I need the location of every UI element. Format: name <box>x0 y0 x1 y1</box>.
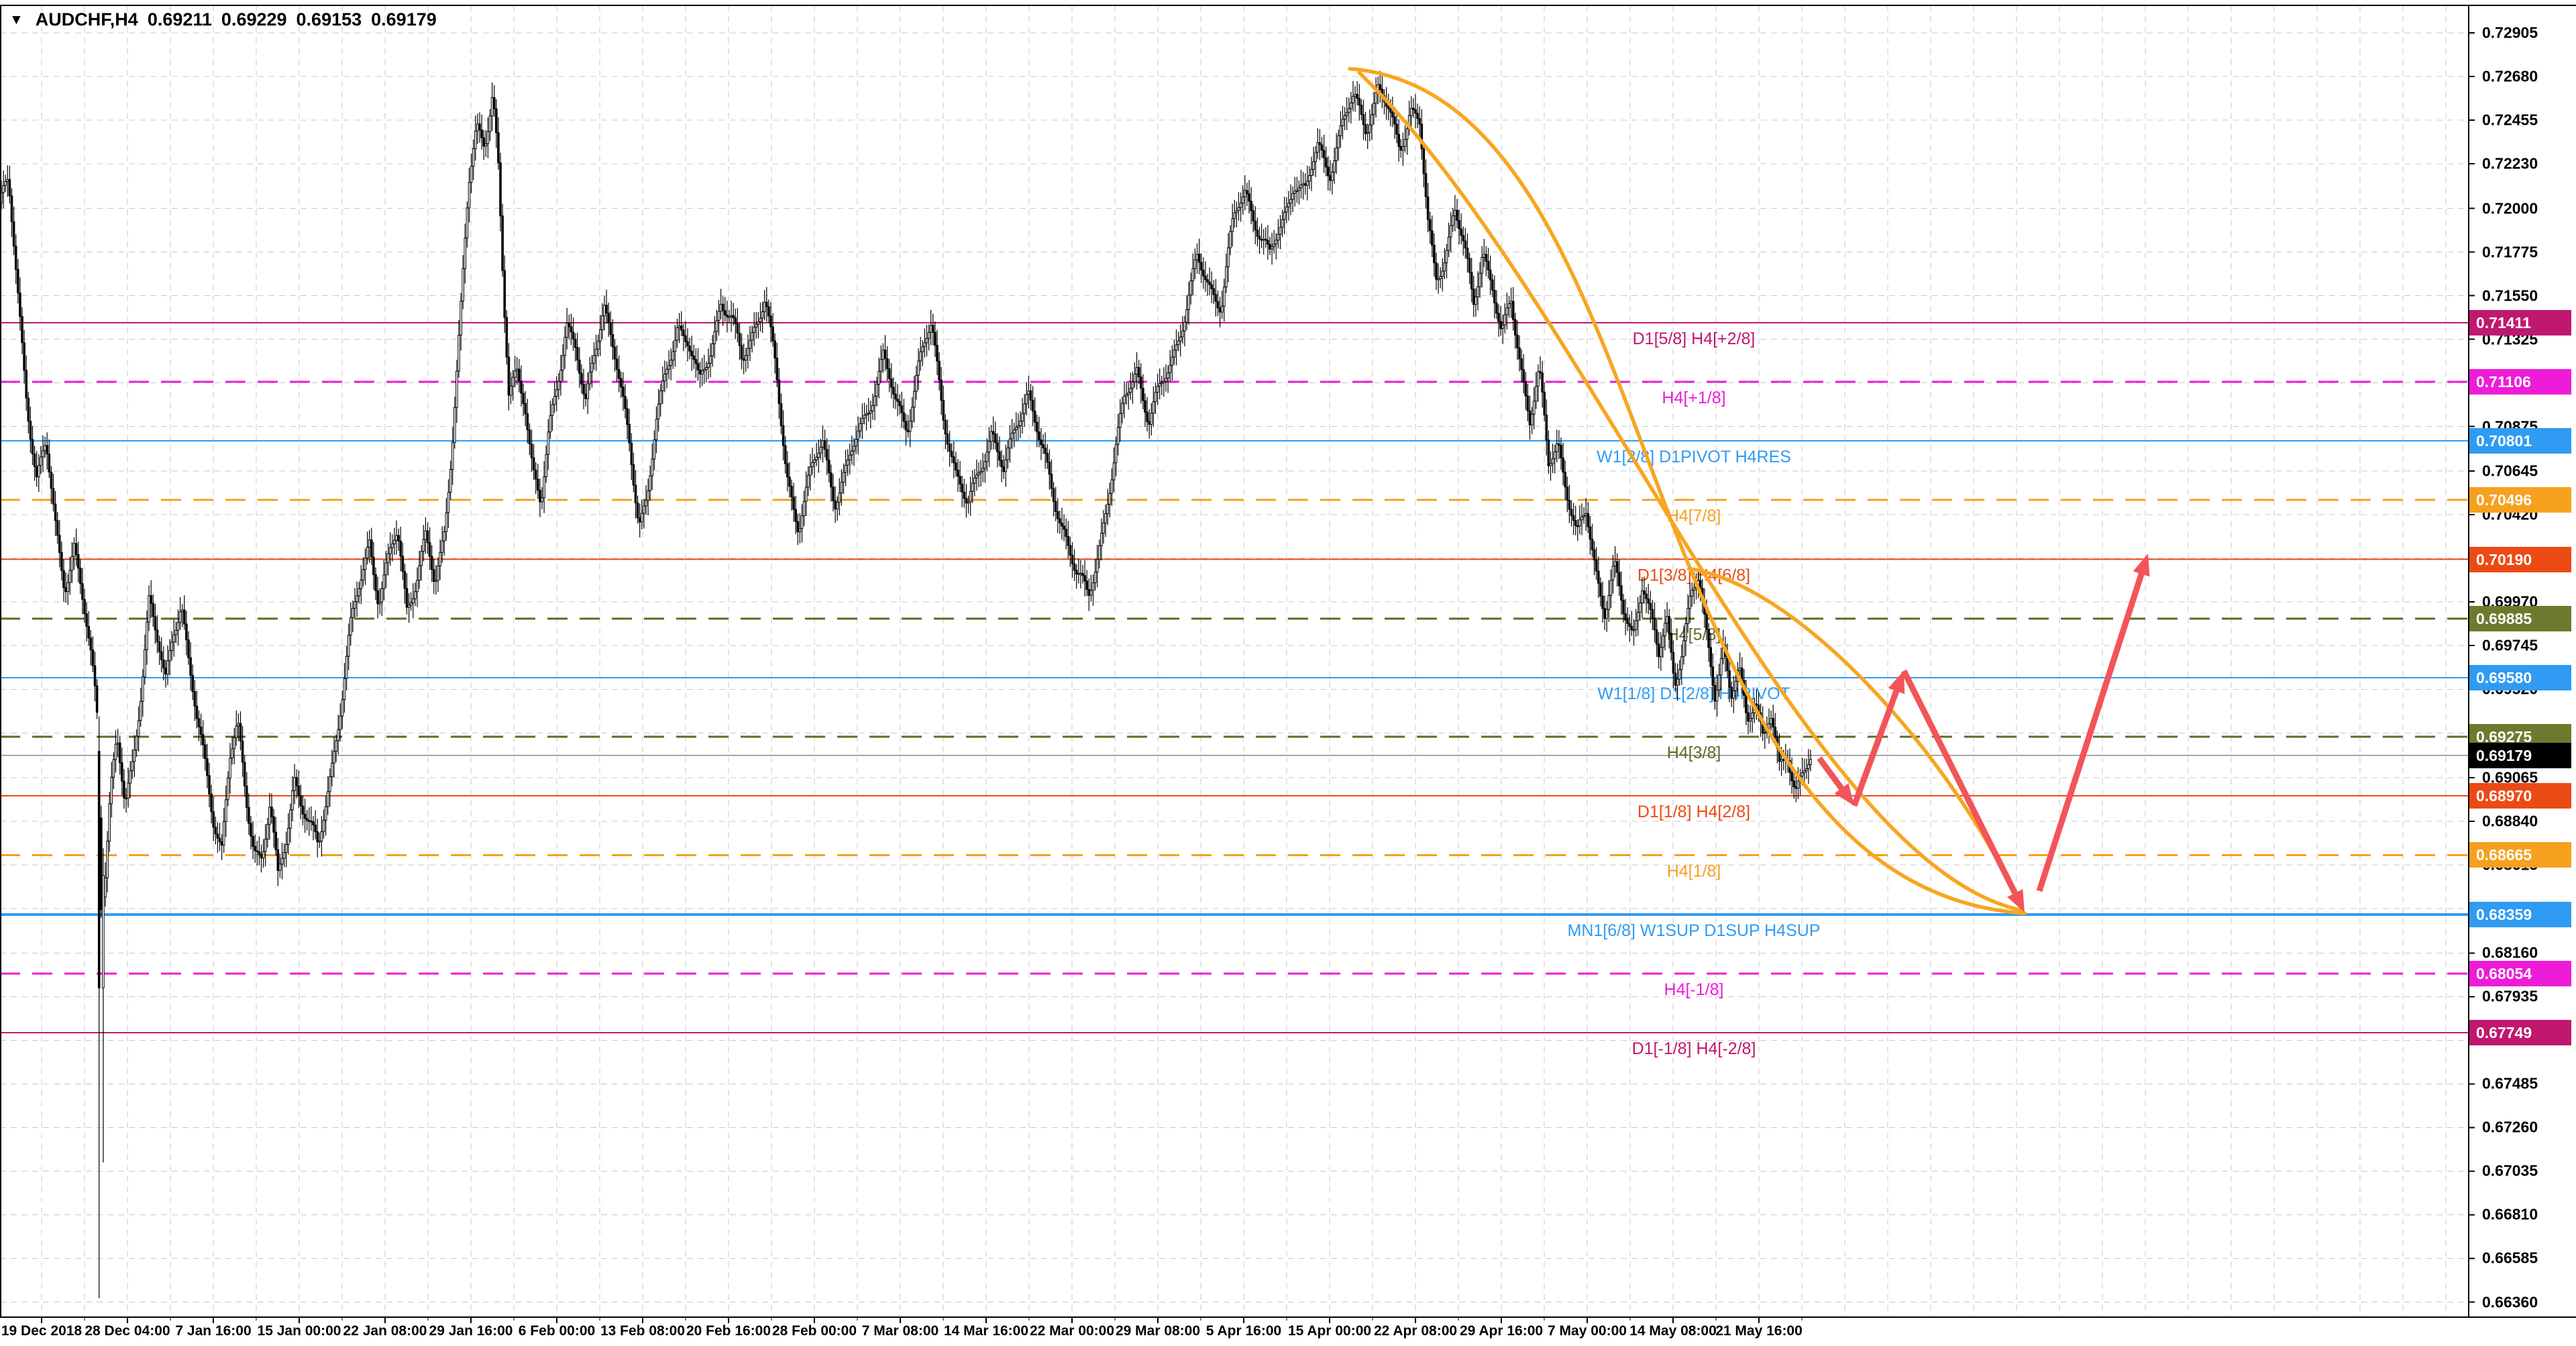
ohlc-low: 0.69153 <box>297 9 362 30</box>
price-tick-label: 0.72000 <box>2482 199 2573 217</box>
projection-curves[interactable] <box>1350 69 2025 914</box>
level-label[interactable]: H4[5/8] <box>1667 625 1721 644</box>
price-tick-label: 0.71550 <box>2482 287 2573 305</box>
current-price-tag: 0.69179 <box>2469 743 2571 768</box>
level-label[interactable]: H4[3/8] <box>1667 743 1721 762</box>
time-tick-label: 22 Mar 00:00 <box>1030 1323 1114 1339</box>
level-price-tag: 0.68054 <box>2469 961 2571 986</box>
time-tick-label: 6 Feb 00:00 <box>519 1323 595 1339</box>
time-tick-label: 7 May 00:00 <box>1548 1323 1627 1339</box>
time-tick-label: 20 Feb 16:00 <box>686 1323 771 1339</box>
price-tick-label: 0.72455 <box>2482 111 2573 130</box>
price-tick-label: 0.67485 <box>2482 1075 2573 1093</box>
price-tick-label: 0.69745 <box>2482 637 2573 655</box>
chart-header: ▼ AUDCHF,H4 0.69211 0.69229 0.69153 0.69… <box>9 9 437 30</box>
level-label[interactable]: H4[-1/8] <box>1664 980 1724 999</box>
level-price-tag: 0.68665 <box>2469 842 2571 868</box>
time-tick-label: 21 May 16:00 <box>1715 1323 1803 1339</box>
time-tick-label: 15 Jan 00:00 <box>258 1323 341 1339</box>
level-price-tag: 0.68970 <box>2469 783 2571 809</box>
ellipse-curve <box>1692 569 2021 907</box>
level-label[interactable]: D1[5/8] H4[+2/8] <box>1633 329 1756 348</box>
level-price-tag: 0.70801 <box>2469 428 2571 454</box>
level-price-tag: 0.69885 <box>2469 606 2571 631</box>
level-label[interactable]: H4[+1/8] <box>1662 389 1725 407</box>
price-tick-label: 0.67035 <box>2482 1162 2573 1180</box>
level-price-tag: 0.67749 <box>2469 1020 2571 1045</box>
price-tick-label: 0.72230 <box>2482 155 2573 173</box>
murrey-level-lines[interactable] <box>0 323 2469 1033</box>
level-price-tag: 0.69580 <box>2469 665 2571 690</box>
time-tick-label: 19 Dec 2018 <box>1 1323 82 1339</box>
time-tick-label: 15 Apr 00:00 <box>1288 1323 1371 1339</box>
symbol-collapse-arrow-icon[interactable]: ▼ <box>9 12 23 28</box>
level-label[interactable]: D1[-1/8] H4[-2/8] <box>1632 1039 1756 1058</box>
level-label[interactable]: H4[7/8] <box>1667 507 1721 525</box>
candlesticks <box>1 71 1812 1298</box>
level-label[interactable]: W1[2/8] D1PIVOT H4RES <box>1597 448 1791 466</box>
time-tick-label: 7 Jan 16:00 <box>175 1323 251 1339</box>
symbol-timeframe-label: AUDCHF,H4 <box>36 9 138 30</box>
ohlc-close: 0.69179 <box>371 9 437 30</box>
time-tick-label: 14 Mar 16:00 <box>944 1323 1028 1339</box>
time-tick-label: 22 Apr 08:00 <box>1374 1323 1457 1339</box>
ohlc-open: 0.69211 <box>148 9 212 30</box>
price-tick-label: 0.66360 <box>2482 1293 2573 1311</box>
price-tick-label: 0.72905 <box>2482 24 2573 42</box>
price-tick-label: 0.70645 <box>2482 462 2573 480</box>
time-tick-label: 14 May 08:00 <box>1629 1323 1717 1339</box>
mt4-chart-window: D1[5/8] H4[+2/8] H4[+1/8] W1[2/8] D1PIVOT … <box>0 0 2576 1346</box>
price-tick-label: 0.68840 <box>2482 812 2573 830</box>
price-tick-label: 0.71775 <box>2482 243 2573 261</box>
level-label[interactable]: MN1[6/8] W1SUP D1SUP H4SUP <box>1568 921 1821 940</box>
time-tick-label: 28 Feb 00:00 <box>772 1323 857 1339</box>
level-price-tag: 0.71106 <box>2469 369 2571 395</box>
time-tick-label: 28 Dec 04:00 <box>85 1323 170 1339</box>
level-price-tag: 0.70190 <box>2469 547 2571 572</box>
chart-canvas[interactable]: D1[5/8] H4[+2/8] H4[+1/8] W1[2/8] D1PIVOT … <box>0 0 2576 1346</box>
price-tick-label: 0.67935 <box>2482 988 2573 1006</box>
level-label[interactable]: H4[1/8] <box>1667 862 1721 880</box>
level-price-tag: 0.71411 <box>2469 310 2571 335</box>
price-tick-label: 0.68160 <box>2482 944 2573 962</box>
time-tick-label: 22 Jan 08:00 <box>343 1323 427 1339</box>
time-tick-label: 29 Mar 08:00 <box>1116 1323 1200 1339</box>
time-tick-label: 13 Feb 08:00 <box>600 1323 685 1339</box>
price-tick-label: 0.66585 <box>2482 1249 2573 1267</box>
time-tick-label: 5 Apr 16:00 <box>1206 1323 1281 1339</box>
level-label[interactable]: D1[1/8] H4[2/8] <box>1638 803 1750 821</box>
price-tick-label: 0.66810 <box>2482 1206 2573 1224</box>
ellipse-curve <box>1350 69 2025 914</box>
price-tick-label: 0.72680 <box>2482 68 2573 86</box>
level-label[interactable]: W1[1/8] D1[2/8] H4PIVOT <box>1597 684 1790 703</box>
time-tick-label: 29 Apr 16:00 <box>1460 1323 1543 1339</box>
time-tick-label: 29 Jan 16:00 <box>429 1323 513 1339</box>
time-tick-label: 7 Mar 08:00 <box>862 1323 938 1339</box>
level-price-tag: 0.68359 <box>2469 902 2571 927</box>
level-price-tag: 0.70496 <box>2469 487 2571 513</box>
ohlc-high: 0.69229 <box>221 9 287 30</box>
price-tick-label: 0.67260 <box>2482 1119 2573 1137</box>
